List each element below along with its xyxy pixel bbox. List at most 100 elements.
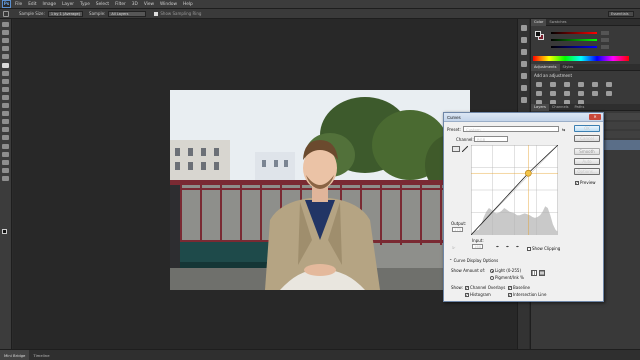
black-point-eyedropper-icon[interactable]: ✒ <box>496 244 499 249</box>
menu-window[interactable]: Window <box>160 2 177 7</box>
exposure-icon[interactable] <box>578 82 584 87</box>
pen-tool-icon[interactable] <box>2 135 9 141</box>
tab-paths[interactable]: Paths <box>572 105 588 109</box>
info-panel-icon[interactable] <box>520 85 527 91</box>
channel-mixer-icon[interactable] <box>578 91 584 96</box>
intersection-line-checkbox[interactable]: Intersection Line <box>508 292 546 297</box>
tab-styles[interactable]: Styles <box>560 65 577 69</box>
options-button[interactable]: Options... <box>574 168 600 175</box>
menu-file[interactable]: File <box>15 2 22 7</box>
hue-saturation-icon[interactable] <box>606 82 612 87</box>
brush-panel-icon[interactable] <box>520 73 527 79</box>
document-photo[interactable] <box>170 90 470 290</box>
smooth-button[interactable]: Smooth <box>574 148 600 155</box>
shape-tool-icon[interactable] <box>2 159 9 165</box>
tab-timeline[interactable]: Timeline <box>29 353 53 358</box>
cancel-button[interactable]: Cancel <box>574 135 600 142</box>
path-select-tool-icon[interactable] <box>2 151 9 157</box>
green-value-field[interactable] <box>601 38 609 42</box>
levels-icon[interactable] <box>550 82 556 87</box>
curves-icon[interactable] <box>564 82 570 87</box>
menu-edit[interactable]: Edit <box>28 2 36 7</box>
blur-tool-icon[interactable] <box>2 119 9 125</box>
workspace-select[interactable]: Essentials <box>608 11 634 17</box>
menu-3d[interactable]: 3D <box>132 2 138 7</box>
eraser-tool-icon[interactable] <box>2 103 9 109</box>
on-image-adjust-icon[interactable]: ☞ <box>452 245 456 250</box>
menu-select[interactable]: Select <box>96 2 109 7</box>
curves-graph[interactable] <box>471 145 558 235</box>
crop-tool-icon[interactable] <box>2 54 9 60</box>
sample-size-select[interactable]: 1 by 1 (Average) <box>47 10 84 17</box>
color-balance-icon[interactable] <box>536 91 542 96</box>
dodge-tool-icon[interactable] <box>2 127 9 133</box>
brightness-contrast-icon[interactable] <box>536 82 542 87</box>
show-sampling-ring-checkbox[interactable] <box>154 11 159 16</box>
green-slider[interactable] <box>551 39 597 41</box>
channel-overlays-checkbox[interactable]: Channel Overlays <box>465 285 505 290</box>
dialog-titlebar[interactable]: Curves ✕ <box>444 113 603 122</box>
quick-select-tool-icon[interactable] <box>2 46 9 52</box>
menu-image[interactable]: Image <box>43 2 56 7</box>
red-value-field[interactable] <box>601 31 609 35</box>
preset-select[interactable]: Custom <box>463 126 559 132</box>
brush-tool-icon[interactable] <box>2 78 9 84</box>
black-white-icon[interactable] <box>550 91 556 96</box>
output-field[interactable]: 175 <box>452 227 463 232</box>
healing-tool-icon[interactable] <box>2 70 9 76</box>
color-spectrum[interactable] <box>533 56 629 61</box>
menu-view[interactable]: View <box>144 2 154 7</box>
tab-mini-bridge[interactable]: Mini Bridge <box>0 349 30 360</box>
menu-type[interactable]: Type <box>80 2 90 7</box>
show-clipping-checkbox[interactable]: Show Clipping <box>527 246 560 251</box>
preset-options-icon[interactable]: ⇆ <box>562 127 565 132</box>
detailed-grid-icon[interactable] <box>539 270 545 276</box>
color-lookup-icon[interactable] <box>592 91 598 96</box>
auto-button[interactable]: Auto <box>574 158 600 165</box>
curve-display-options-toggle[interactable]: ⌃ Curve Display Options <box>449 258 498 263</box>
history-panel-icon[interactable] <box>520 25 527 31</box>
blue-value-field[interactable] <box>601 45 609 49</box>
properties-panel-icon[interactable] <box>520 37 527 43</box>
histogram-checkbox[interactable]: Histogram <box>465 292 491 297</box>
simple-grid-icon[interactable] <box>531 270 537 276</box>
menu-layer[interactable]: Layer <box>62 2 74 7</box>
paragraph-panel-icon[interactable] <box>520 61 527 67</box>
red-slider[interactable] <box>551 32 597 34</box>
character-panel-icon[interactable] <box>520 49 527 55</box>
marquee-tool-icon[interactable] <box>2 30 9 36</box>
clone-stamp-tool-icon[interactable] <box>2 86 9 92</box>
input-field[interactable]: 168 <box>472 244 483 249</box>
foreground-color-swatch[interactable] <box>2 229 7 234</box>
gray-point-eyedropper-icon[interactable]: ✒ <box>506 244 509 249</box>
curve-point-tool-icon[interactable] <box>452 146 460 152</box>
menu-filter[interactable]: Filter <box>115 2 126 7</box>
foreground-color-chip[interactable] <box>535 31 541 37</box>
white-point-eyedropper-icon[interactable]: ✒ <box>516 244 519 249</box>
ok-button[interactable]: OK <box>574 125 600 132</box>
tab-adjustments[interactable]: Adjustments <box>531 63 560 71</box>
zoom-tool-icon[interactable] <box>2 175 9 181</box>
tab-channels[interactable]: Channels <box>549 105 572 109</box>
vibrance-icon[interactable] <box>592 82 598 87</box>
invert-icon[interactable] <box>606 91 612 96</box>
history-brush-tool-icon[interactable] <box>2 94 9 100</box>
menu-help[interactable]: Help <box>183 2 193 7</box>
gradient-tool-icon[interactable] <box>2 111 9 117</box>
channel-select[interactable]: RGB <box>474 136 508 142</box>
hand-tool-icon[interactable] <box>2 167 9 173</box>
photo-filter-icon[interactable] <box>564 91 570 96</box>
preview-checkbox[interactable]: Preview <box>575 180 596 185</box>
type-tool-icon[interactable] <box>2 143 9 149</box>
blue-slider[interactable] <box>551 46 597 48</box>
tab-swatches[interactable]: Swatches <box>546 20 569 24</box>
tab-color[interactable]: Color <box>531 18 547 26</box>
pencil-tool-icon[interactable] <box>461 145 469 153</box>
baseline-checkbox[interactable]: Baseline <box>508 285 530 290</box>
light-radio[interactable]: Light (0-255) <box>490 268 521 273</box>
move-tool-icon[interactable] <box>2 22 9 28</box>
eyedropper-tool-icon[interactable] <box>2 62 9 68</box>
navigator-panel-icon[interactable] <box>520 97 527 103</box>
close-icon[interactable]: ✕ <box>589 114 601 120</box>
eyedropper-tool-icon[interactable] <box>3 10 9 17</box>
